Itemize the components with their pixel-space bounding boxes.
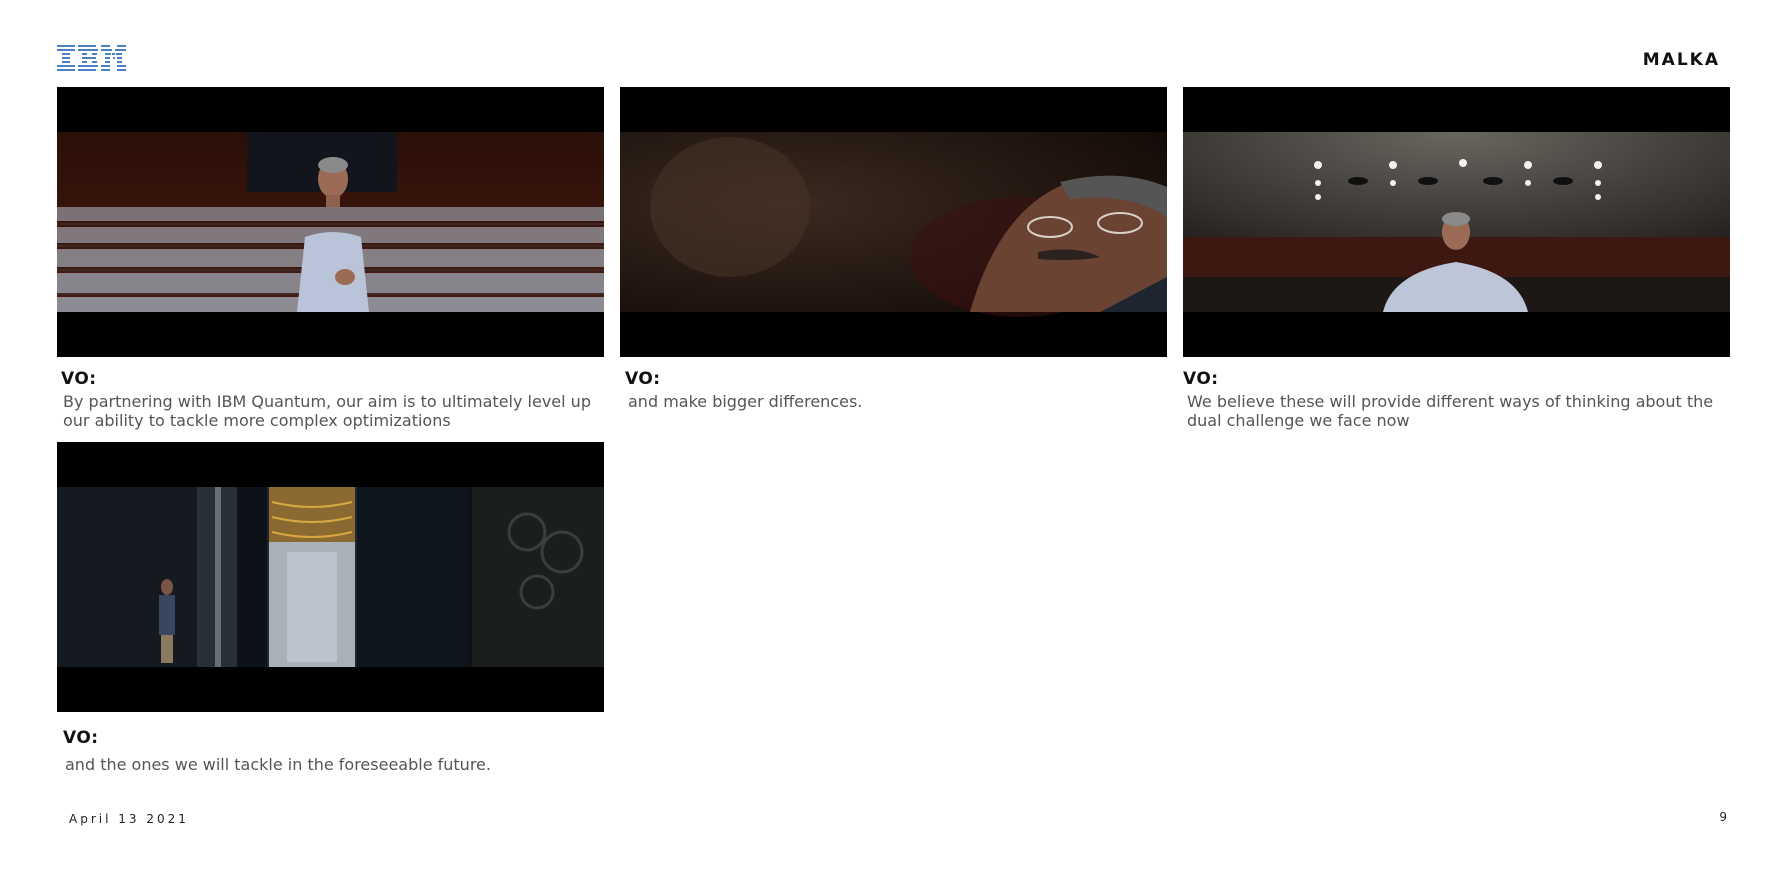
vo-label: VO: [1183, 369, 1219, 389]
page-number: 9 [1719, 810, 1727, 824]
quantum-lab-still [57, 487, 604, 667]
storyboard-frame-4 [57, 442, 604, 712]
storyboard-frame-2 [620, 87, 1167, 357]
footer-date: April 13 2021 [69, 812, 189, 826]
vo-text: We believe these will provide different … [1187, 392, 1714, 430]
vo-label: VO: [625, 369, 661, 389]
vo-text: and make bigger differences. [628, 392, 863, 411]
storyboard-frame-3 [1183, 87, 1730, 357]
vo-label: VO: [63, 728, 99, 748]
speaker-closeup-still [620, 132, 1167, 317]
storyboard-page: MALKA VO: By partnering with IBM Quantum… [0, 0, 1784, 880]
speaker-auditorium-still [57, 132, 604, 312]
brand-name: MALKA [1642, 50, 1720, 70]
vo-text: By partnering with IBM Quantum, our aim … [63, 392, 591, 430]
ibm-logo-icon [57, 45, 126, 71]
speaker-ceiling-lights-still [1183, 132, 1730, 312]
vo-text: and the ones we will tackle in the fores… [65, 755, 491, 774]
storyboard-frame-1 [57, 87, 604, 357]
vo-label: VO: [61, 369, 97, 389]
